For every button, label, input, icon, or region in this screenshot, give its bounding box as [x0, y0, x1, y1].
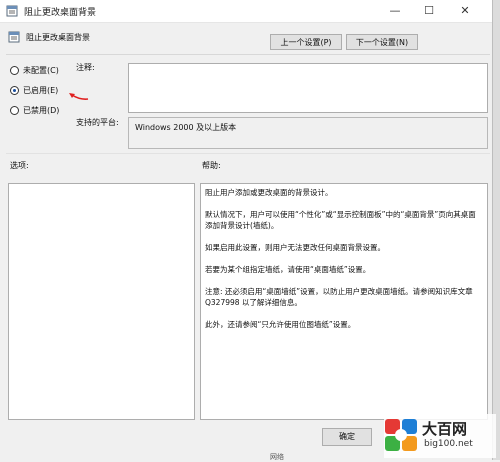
radio-label: 已禁用(D) [23, 105, 60, 115]
radio-enabled[interactable]: 已启用(E) [10, 83, 58, 97]
policy-icon [6, 5, 18, 17]
maximize-button[interactable]: ☐ [416, 0, 442, 22]
radio-label: 未配置(C) [23, 65, 59, 75]
ok-button[interactable]: 确定 [322, 428, 372, 446]
radio-disabled[interactable]: 已禁用(D) [10, 103, 59, 117]
watermark-name: 大百网 [422, 420, 468, 438]
radio-circle[interactable] [10, 105, 19, 115]
comment-label: 注释: [76, 63, 95, 72]
minimize-button[interactable]: — [382, 0, 408, 22]
supported-on-label: 支持的平台: [76, 118, 119, 127]
divider [6, 54, 490, 55]
window-title: 阻止更改桌面背景 [24, 8, 97, 18]
help-paragraph: 若要为某个组指定墙纸，请使用“桌面墙纸”设置。 [205, 265, 371, 274]
close-button[interactable]: ✕ [452, 0, 478, 22]
help-paragraph: 默认情况下，用户可以使用“个性化”或“显示控制面板”中的“桌面背景”页向其桌面添… [205, 210, 476, 230]
supported-on-value: Windows 2000 及以上版本 [128, 117, 488, 149]
background-text: 网络 [270, 453, 284, 461]
watermark-url: big100.net [424, 439, 473, 449]
arrow-icon [69, 93, 89, 100]
watermark-logo-icon [385, 419, 417, 451]
divider [6, 153, 490, 154]
radio-not-configured[interactable]: 未配置(C) [10, 63, 59, 77]
next-setting-button[interactable]: 下一个设置(N) [346, 34, 418, 50]
radio-label: 已启用(E) [23, 85, 59, 95]
previous-setting-button[interactable]: 上一个设置(P) [270, 34, 342, 50]
radio-circle-selected[interactable] [10, 85, 19, 95]
help-paragraph: 注意: 还必须启用“桌面墙纸”设置，以防止用户更改桌面墙纸。请参阅知识库文章 Q… [205, 287, 473, 307]
policy-setting-icon [8, 31, 20, 43]
policy-name: 阻止更改桌面背景 [26, 33, 90, 42]
background-window-edge [492, 0, 500, 460]
help-pane: 阻止用户添加或更改桌面的背景设计。 默认情况下，用户可以使用“个性化”或“显示控… [200, 183, 488, 420]
options-label: 选项: [10, 161, 29, 170]
comment-field[interactable] [128, 63, 488, 113]
radio-circle[interactable] [10, 65, 19, 75]
help-label: 帮助: [202, 161, 221, 170]
help-paragraph: 阻止用户添加或更改桌面的背景设计。 [205, 188, 333, 197]
help-paragraph: 此外，还请参阅“只允许使用位图墙纸”设置。 [205, 320, 356, 329]
help-paragraph: 如果启用此设置，则用户无法更改任何桌面背景设置。 [205, 243, 385, 252]
options-pane [8, 183, 195, 420]
